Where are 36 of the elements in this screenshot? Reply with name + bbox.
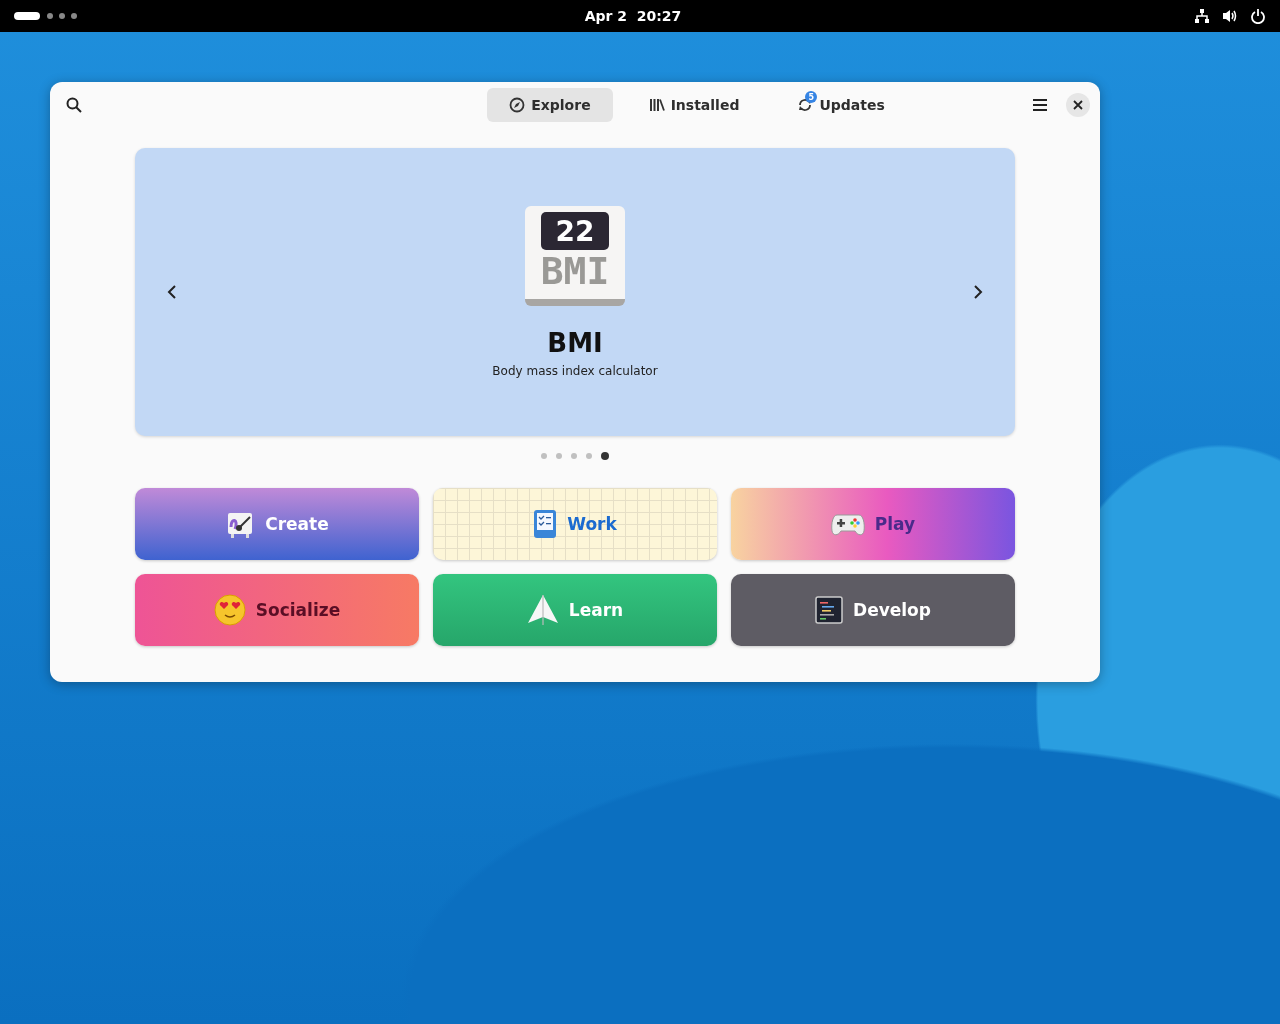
close-button[interactable]	[1066, 93, 1090, 117]
app-summary: Body mass index calculator	[492, 364, 658, 378]
count-badge: 5	[805, 91, 818, 103]
chevron-right-icon	[973, 284, 983, 300]
library-icon	[648, 97, 665, 113]
category-tile[interactable]: Work	[433, 488, 717, 560]
tab[interactable]: Updates 5	[775, 88, 907, 122]
checklist-icon	[533, 509, 558, 539]
tab[interactable]: Explore	[487, 88, 613, 122]
category-tile[interactable]: Socialize	[135, 574, 419, 646]
network-icon[interactable]	[1194, 8, 1210, 24]
close-icon	[1073, 100, 1083, 110]
heart-eyes-emoji-icon	[213, 594, 246, 626]
power-icon[interactable]	[1250, 8, 1266, 24]
menu-icon	[1032, 98, 1048, 112]
category-tile[interactable]: Create	[135, 488, 419, 560]
search-icon	[66, 97, 82, 113]
icon-number: 22	[541, 212, 609, 250]
compass-icon	[509, 97, 526, 113]
icon-label: BMI	[540, 250, 610, 292]
app-name: BMI	[547, 328, 603, 358]
page-dot[interactable]	[586, 453, 592, 459]
category-tile[interactable]: Develop	[731, 574, 1015, 646]
tab[interactable]: Installed	[626, 88, 762, 122]
terminal-icon	[815, 596, 844, 624]
featured-app-banner[interactable]: 22 BMI BMI Body mass index calculator	[135, 148, 1015, 436]
page-dot[interactable]	[556, 453, 562, 459]
chevron-left-icon	[167, 284, 177, 300]
clock[interactable]: Apr 2 20:27	[584, 8, 682, 24]
page-dot[interactable]	[541, 453, 547, 459]
gamepad-icon	[830, 511, 865, 537]
page-dot[interactable]	[601, 452, 609, 460]
page-dot[interactable]	[571, 453, 577, 459]
volume-icon[interactable]	[1222, 8, 1238, 24]
paper-plane-icon	[526, 594, 559, 626]
workspace-indicator-icon[interactable]	[14, 12, 80, 20]
